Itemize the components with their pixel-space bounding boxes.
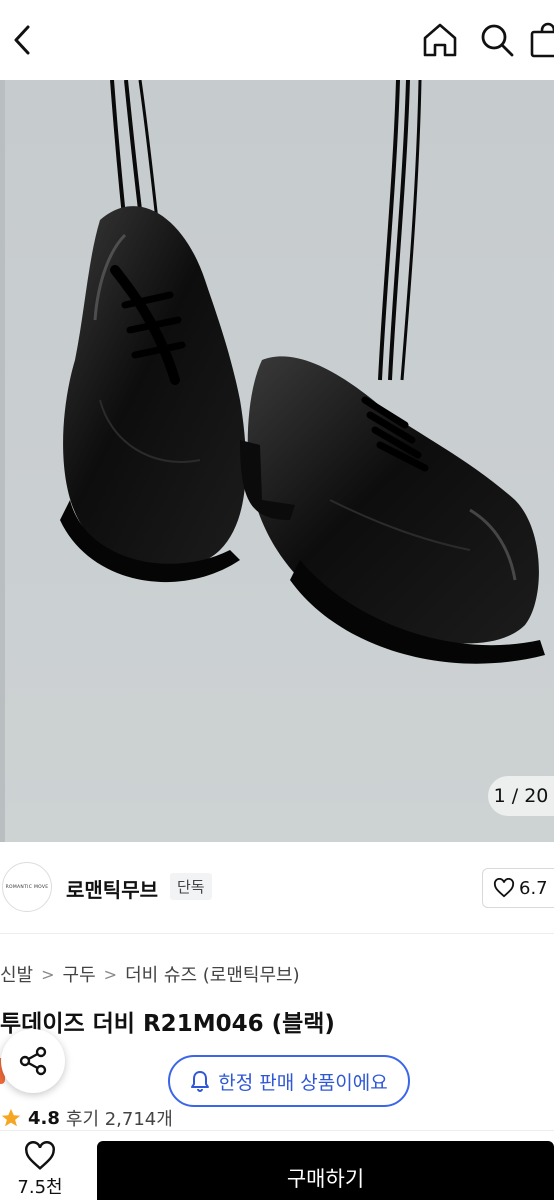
wishlist-count: 7.5천 (17, 1177, 63, 1198)
breadcrumb: 신발 > 구두 > 더비 슈즈 (로맨틱무브) (0, 960, 300, 988)
product-image-carousel[interactable] (0, 80, 554, 842)
brand-logo-text: ROMANTIC MOVE (5, 884, 49, 890)
back-button[interactable] (0, 18, 44, 62)
home-icon (423, 23, 457, 57)
rating-value: 4.8 (28, 1107, 60, 1129)
chevron-right-icon: > (103, 964, 118, 984)
brand-like-count: 6.7 (519, 877, 548, 899)
shopping-bag-icon (530, 22, 554, 58)
chevron-left-icon (14, 25, 30, 55)
limited-sale-label: 한정 판매 상품이에요 (218, 1071, 388, 1094)
breadcrumb-item[interactable]: 더비 슈즈 (로맨틱무브) (125, 961, 300, 987)
search-icon (481, 24, 514, 57)
wishlist-button[interactable]: 7.5천 (0, 1141, 80, 1200)
image-counter: 1 / 20 (488, 776, 554, 816)
limited-sale-notice[interactable]: 한정 판매 상품이에요 (168, 1055, 410, 1107)
buy-button-label: 구매하기 (286, 1167, 365, 1191)
product-photo (0, 80, 554, 842)
product-title: 투데이즈 더비 R21M046 (블랙) (0, 1011, 335, 1037)
share-icon (19, 1046, 47, 1076)
search-button[interactable] (475, 18, 519, 62)
brand-like-button[interactable]: 6.7 (482, 868, 554, 908)
exclusive-badge: 단독 (170, 873, 212, 900)
buy-button[interactable]: 구매하기 (97, 1141, 554, 1200)
brand-logo[interactable]: ROMANTIC MOVE (2, 862, 52, 912)
home-button[interactable] (418, 18, 462, 62)
heart-icon (493, 878, 515, 898)
cart-button[interactable] (530, 18, 554, 62)
breadcrumb-item[interactable]: 신발 (0, 961, 33, 987)
rating-summary[interactable]: 4.8 후기 2,714개 (0, 1104, 173, 1132)
heart-icon (25, 1141, 55, 1170)
brand-row[interactable]: ROMANTIC MOVE 로맨틱무브 단독 6.7 (0, 842, 554, 934)
top-app-bar (0, 0, 554, 80)
breadcrumb-item[interactable]: 구두 (63, 961, 96, 987)
star-icon (1, 1108, 21, 1127)
chevron-right-icon: > (41, 964, 55, 984)
share-button[interactable] (1, 1029, 65, 1093)
brand-name[interactable]: 로맨틱무브 (66, 874, 158, 903)
review-count: 후기 2,714개 (65, 1109, 173, 1130)
bell-icon (191, 1071, 210, 1092)
bottom-action-bar: 7.5천 구매하기 (0, 1130, 554, 1200)
